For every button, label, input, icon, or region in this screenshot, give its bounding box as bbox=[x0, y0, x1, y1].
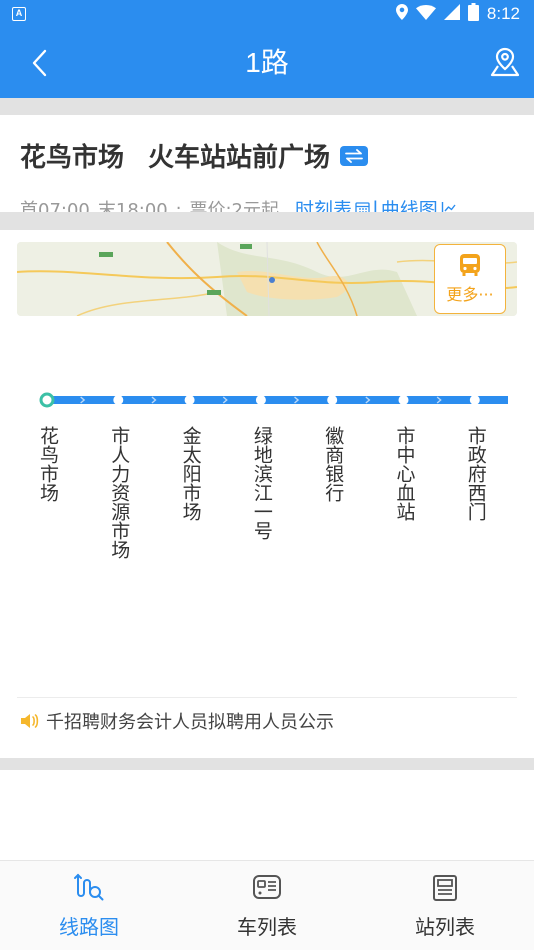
map-view-button[interactable] bbox=[488, 44, 522, 80]
notice-banner[interactable]: 千招聘财务会计人员拟聘用人员公示 bbox=[20, 708, 334, 734]
bus-icon bbox=[460, 254, 480, 276]
swap-direction-button[interactable] bbox=[340, 145, 369, 166]
stop-marker[interactable] bbox=[398, 395, 409, 405]
page-title: 1路 bbox=[245, 47, 289, 78]
bus-list-icon bbox=[253, 875, 281, 899]
route-destination: 火车站站前广场 bbox=[148, 143, 331, 173]
stop-label[interactable]: 绿地滨江一号 bbox=[249, 426, 273, 540]
station-list-icon bbox=[433, 875, 457, 901]
tab-route-map-label: 线路图 bbox=[59, 915, 119, 939]
tab-bus-list[interactable]: 车列表 bbox=[178, 861, 356, 950]
location-icon bbox=[395, 4, 408, 24]
stop-marker[interactable] bbox=[327, 395, 338, 405]
stop-label[interactable]: 市政府西门 bbox=[463, 426, 487, 521]
stop-marker[interactable] bbox=[469, 395, 480, 405]
route-map-icon bbox=[74, 873, 104, 901]
stop-label[interactable]: 金太阳市场 bbox=[178, 426, 202, 521]
stop-label[interactable]: 市中心血站 bbox=[392, 426, 416, 521]
section-divider bbox=[0, 98, 534, 115]
bottom-navigation: 线路图 车列表 站列表 bbox=[0, 860, 534, 950]
notification-icon: A bbox=[12, 7, 26, 21]
back-button[interactable] bbox=[22, 46, 56, 80]
stop-marker[interactable] bbox=[113, 395, 124, 405]
route-line bbox=[39, 392, 508, 408]
status-time: 8:12 bbox=[486, 4, 520, 23]
route-origin: 花鸟市场 bbox=[20, 143, 125, 173]
chevron-left-icon bbox=[32, 49, 47, 77]
section-divider bbox=[0, 212, 534, 230]
app-bar: 1路 bbox=[0, 28, 534, 98]
tab-bus-list-label: 车列表 bbox=[237, 915, 297, 939]
current-stop-marker[interactable] bbox=[39, 392, 55, 408]
route-header: 花鸟市场 火车站站前广场 首07:00 末18:00 · 票价:2元起 时刻表 … bbox=[0, 115, 534, 221]
tab-station-list[interactable]: 站列表 bbox=[356, 861, 534, 950]
map-pin-icon bbox=[490, 47, 520, 77]
stop-label[interactable]: 花鸟市场 bbox=[35, 426, 59, 502]
more-bus-label: 更多··· bbox=[446, 285, 494, 304]
battery-icon bbox=[467, 3, 479, 25]
section-divider bbox=[0, 758, 534, 770]
status-bar: A 8:12 bbox=[0, 0, 534, 28]
more-bus-button[interactable]: 更多··· bbox=[434, 244, 506, 314]
route-line-diagram: 花鸟市场 市人力资源市场 金太阳市场 绿地滨江一号 徽商银行 市中心血站 市政府西门 bbox=[0, 330, 534, 690]
stop-label[interactable]: 徽商银行 bbox=[320, 426, 344, 502]
notice-divider bbox=[17, 697, 517, 698]
wifi-icon bbox=[415, 4, 436, 24]
notice-text: 千招聘财务会计人员拟聘用人员公示 bbox=[46, 712, 334, 733]
stop-label[interactable]: 市人力资源市场 bbox=[106, 426, 130, 559]
speaker-icon bbox=[21, 714, 39, 728]
swap-icon bbox=[345, 148, 363, 163]
signal-icon bbox=[443, 4, 460, 24]
tab-route-map[interactable]: 线路图 bbox=[0, 861, 178, 950]
stop-marker[interactable] bbox=[184, 395, 195, 405]
tab-station-list-label: 站列表 bbox=[415, 915, 475, 939]
stop-marker[interactable] bbox=[255, 395, 266, 405]
